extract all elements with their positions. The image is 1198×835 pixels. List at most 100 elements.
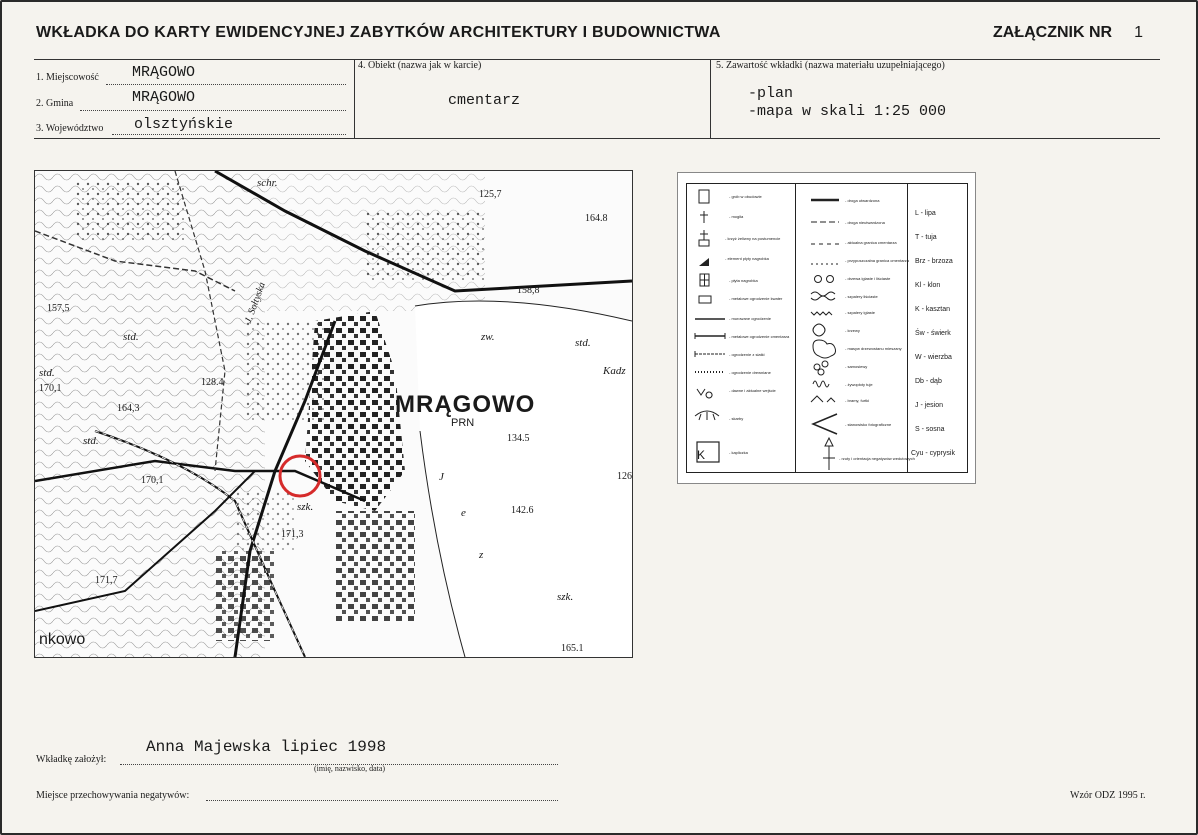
map-legend: K - grób w obudowie - mogiła - krzyż żel… bbox=[677, 172, 976, 484]
map-label: 171,3 bbox=[281, 529, 304, 540]
map-label: 165.1 bbox=[561, 643, 584, 654]
map-label: 126 bbox=[617, 471, 632, 482]
map-label: 170,1 bbox=[39, 383, 62, 394]
map-label: Kadz bbox=[603, 365, 626, 377]
legend-item: - żywopłoty tuje bbox=[845, 382, 873, 387]
legend-item: - dawne i aktualne wejście bbox=[729, 388, 776, 393]
legend-item: - kapliczka bbox=[729, 450, 748, 455]
map-label: szk. bbox=[557, 591, 574, 603]
map-town-code: PRN bbox=[451, 417, 475, 429]
legend-item: - ogrodzenie drewniane bbox=[729, 370, 771, 375]
object-value: cmentarz bbox=[448, 92, 521, 109]
legend-tree: Db - dąb bbox=[915, 378, 942, 385]
legend-item: - krzyż żeliwny na postumencie bbox=[725, 236, 781, 241]
column-divider-1 bbox=[354, 59, 355, 138]
form-title: WKŁADKA DO KARTY EWIDENCYJNEJ ZABYTKÓW A… bbox=[36, 24, 721, 41]
commune-value: MRĄGOWO bbox=[132, 89, 196, 106]
map-label: std. bbox=[39, 367, 55, 379]
map-label: J bbox=[439, 471, 444, 483]
map-label: 170,1 bbox=[141, 475, 164, 486]
voivodeship-value: olsztyńskie bbox=[134, 116, 234, 133]
legend-tree: W - wierzba bbox=[915, 354, 952, 361]
legend-item: - szpalery iglaste bbox=[845, 310, 876, 315]
annex-label-text: ZAŁĄCZNIK NR bbox=[993, 24, 1113, 41]
table-top-border bbox=[34, 59, 1160, 60]
legend-item: - droga nieutwardzona bbox=[845, 220, 885, 225]
legend-tree: T - tuja bbox=[915, 234, 937, 241]
form-model: Wzór ODZ 1995 r. bbox=[1070, 790, 1146, 801]
legend-frame: K - grób w obudowie - mogiła - krzyż żel… bbox=[686, 183, 968, 473]
locality-value: MRĄGOWO bbox=[132, 64, 196, 81]
legend-item: - szpalery liściaste bbox=[845, 294, 878, 299]
legend-tree: Św - świerk bbox=[915, 330, 951, 337]
object-label: 4. Obiekt (nazwa jak w karcie) bbox=[358, 60, 482, 71]
legend-tree: K - kasztan bbox=[915, 306, 951, 313]
annex-number: 1 bbox=[1134, 24, 1143, 41]
locality-line bbox=[106, 84, 346, 85]
contents-line-2: -mapa w skali 1:25 000 bbox=[748, 103, 947, 120]
negatives-label: Miejsce przechowywania negatywów: bbox=[36, 790, 190, 801]
map-label: z bbox=[479, 549, 484, 561]
legend-item: - drzewa iglaste i liściaste bbox=[845, 276, 891, 281]
map-label: std. bbox=[83, 435, 99, 447]
column-divider-2 bbox=[710, 59, 711, 138]
map-label: 125,7 bbox=[479, 189, 502, 200]
legend-item: - ogrodzenie z siatki bbox=[729, 352, 765, 357]
map-label: schr. bbox=[257, 177, 278, 189]
legend-item: - krzewy bbox=[845, 328, 860, 333]
legend-item: - rzuty i orientacja negatywów wedutowyc… bbox=[839, 456, 915, 461]
legend-item: - stanowisko fotograficzne bbox=[845, 422, 892, 427]
map-label: std. bbox=[123, 331, 139, 343]
map-label: 164,3 bbox=[117, 403, 140, 414]
annex-label: ZAŁĄCZNIK NR 1 bbox=[993, 24, 1143, 42]
legend-item: - płyta nagrobka bbox=[729, 278, 758, 283]
commune-line bbox=[80, 110, 346, 111]
map-label: 164.8 bbox=[585, 213, 608, 224]
map-label: szk. bbox=[297, 501, 314, 513]
legend-item: - skarby bbox=[729, 416, 744, 421]
legend-item: - metalowe ogrodzenie kwater bbox=[729, 296, 783, 301]
legend-item: - murowane ogrodzenie bbox=[729, 316, 772, 321]
map-label: zw. bbox=[481, 331, 495, 343]
contents-line-1: -plan bbox=[748, 85, 794, 102]
legend-item: - samosiewy bbox=[845, 364, 868, 369]
legend-tree: Kl - klon bbox=[915, 282, 941, 289]
map-label: 171,7 bbox=[95, 575, 118, 586]
map-label: std. bbox=[575, 337, 591, 349]
map-town-name: MRĄGOWO bbox=[395, 391, 536, 418]
legend-item: - grób w obudowie bbox=[729, 194, 762, 199]
commune-label: 2. Gmina bbox=[36, 98, 74, 109]
map-label: e bbox=[461, 507, 466, 519]
negatives-line bbox=[206, 800, 558, 801]
legend-item: - element płyty nagrobka bbox=[725, 256, 769, 261]
legend-tree: S - sosna bbox=[915, 426, 945, 433]
founder-value: Anna Majewska lipiec 1998 bbox=[146, 738, 387, 756]
contents-label: 5. Zawartość wkładki (nazwa materiału uz… bbox=[716, 60, 945, 71]
legend-item: - przypuszczalna granica cmentarza bbox=[845, 258, 910, 263]
topographic-map: MRĄGOWO PRN schr. 125,7 164.8 158,8 157,… bbox=[34, 170, 633, 658]
legend-tree: J - jesion bbox=[915, 402, 944, 409]
table-bottom-border bbox=[34, 138, 1160, 139]
legend-k-symbol: K bbox=[697, 448, 706, 462]
map-label: 158,8 bbox=[517, 285, 540, 296]
map-drawing bbox=[35, 171, 632, 657]
map-label: 142.6 bbox=[511, 505, 534, 516]
founder-hint: (imię, nazwisko, data) bbox=[314, 764, 386, 773]
map-label: nkowo bbox=[39, 631, 86, 648]
legend-tree: L - lipa bbox=[915, 210, 936, 217]
legend-item: - metalowe ogrodzenie cmentarza bbox=[729, 334, 790, 339]
legend-item: - bramy, furtki bbox=[845, 398, 870, 403]
map-label: 134.5 bbox=[507, 433, 530, 444]
voivodeship-label: 3. Województwo bbox=[36, 123, 104, 134]
voivodeship-line bbox=[112, 134, 346, 135]
legend-tree: Cyu - cyprysik bbox=[911, 450, 955, 457]
map-label: 157,5 bbox=[47, 303, 70, 314]
legend-tree: Brz - brzoza bbox=[915, 258, 953, 265]
founder-label: Wkładkę założył: bbox=[36, 754, 107, 765]
map-label: 128.4 bbox=[201, 377, 224, 388]
legend-item: - droga utwardzona bbox=[845, 198, 880, 203]
legend-item: - mogiła bbox=[729, 214, 744, 219]
legend-item: - aktualna granica cmentarza bbox=[845, 240, 897, 245]
locality-label: 1. Miejscowość bbox=[36, 72, 99, 83]
legend-item: - masyw drzewostanu mieszany bbox=[845, 346, 902, 351]
